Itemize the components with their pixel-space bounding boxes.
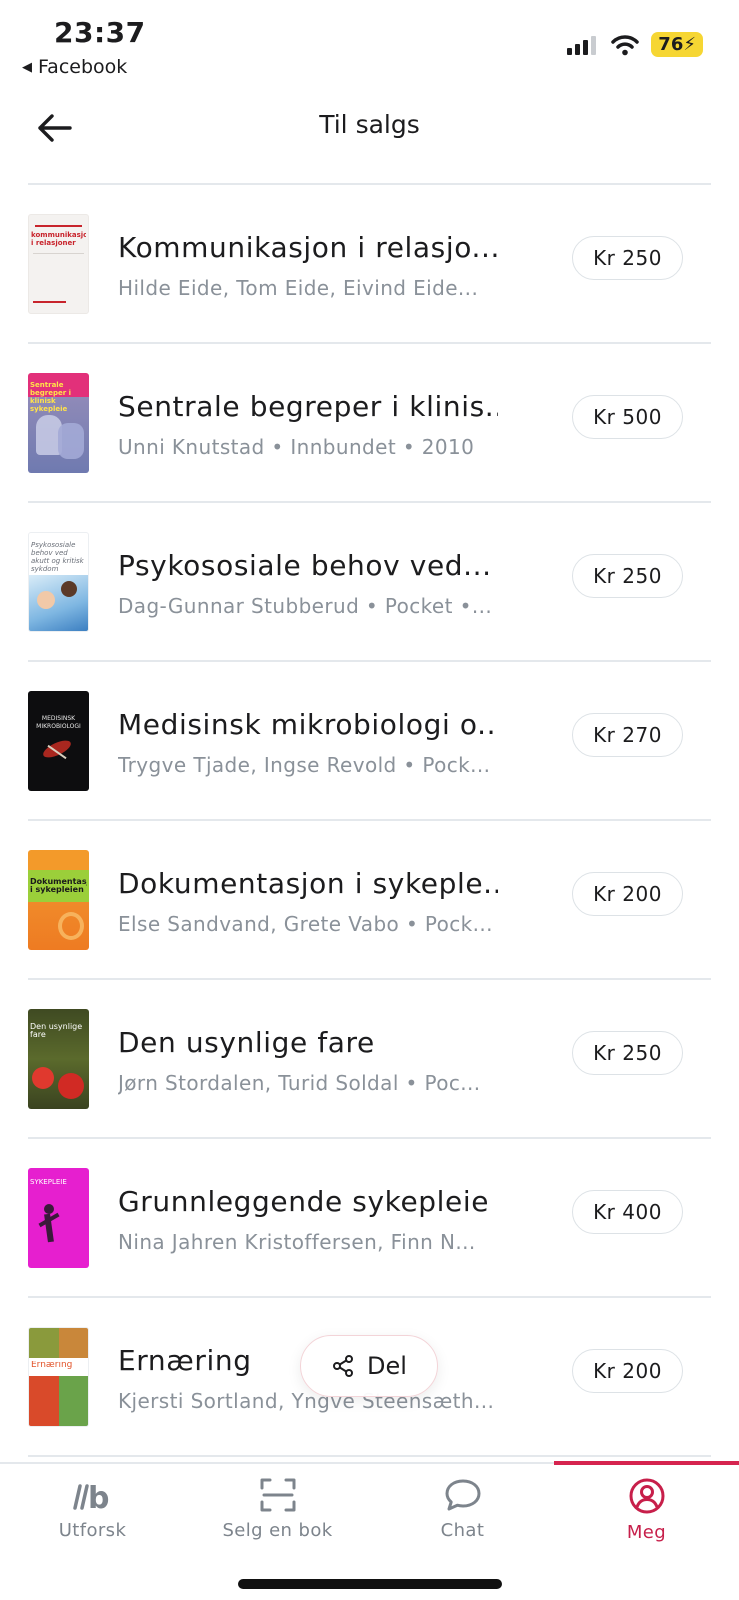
book-title: Medisinsk mikrobiologi o... — [118, 708, 498, 741]
book-subtitle: Hilde Eide, Tom Eide, Eivind Eide... — [118, 276, 479, 300]
list-item[interactable]: SYKEPLEIE Grunnleggende sykepleie 2 Nina… — [28, 1139, 711, 1298]
book-title: Psykososiale behov ved... — [118, 549, 492, 582]
tab-label: Chat — [440, 1520, 485, 1541]
cellular-signal-icon — [567, 35, 597, 55]
book-cover: Den usynlige fare — [28, 1009, 89, 1109]
list-item[interactable]: kommunikasjon i relasjoner Kommunikasjon… — [28, 185, 711, 344]
book-title: Grunnleggende sykepleie 2 — [118, 1185, 498, 1218]
cover-text: Sentrale begreper i klinisk sykepleie — [30, 381, 72, 413]
page-title: Til salgs — [319, 110, 420, 139]
book-cover: Ernæring — [28, 1327, 89, 1427]
back-to-app-link[interactable]: ◀ Facebook — [22, 56, 127, 78]
wifi-icon — [611, 34, 640, 55]
cover-text: MEDISINSK MIKROBIOLOGI — [36, 715, 81, 730]
price-badge: Kr 200 — [572, 1349, 683, 1393]
book-subtitle: Kjersti Sortland, Yngve Steensæth... — [118, 1389, 495, 1413]
battery-level: 76 — [658, 34, 684, 55]
book-cover: kommunikasjon i relasjoner — [28, 214, 89, 314]
book-list: kommunikasjon i relasjoner Kommunikasjon… — [28, 185, 711, 1457]
chat-bubble-icon — [445, 1479, 480, 1511]
back-triangle-icon: ◀ — [22, 59, 32, 75]
book-cover: Psykososiale behov ved akutt og kritisk … — [28, 532, 89, 632]
tab-chat[interactable]: Chat — [370, 1464, 555, 1564]
cover-text: Dokumentasjon i sykepleien — [30, 878, 87, 894]
cover-text: Den usynlige fare — [30, 1023, 83, 1039]
tab-selg-en-bok[interactable]: Selg en bok — [185, 1464, 370, 1564]
status-time: 23:37 — [54, 16, 146, 49]
list-item[interactable]: Dokumentasjon i sykepleien Dokumentasjon… — [28, 821, 711, 980]
price-badge: Kr 400 — [572, 1190, 683, 1234]
book-cover: SYKEPLEIE — [28, 1168, 89, 1268]
tab-label: Selg en bok — [222, 1520, 333, 1541]
tab-utforsk[interactable]: b Utforsk — [0, 1464, 185, 1564]
battery-indicator: 76⚡ — [651, 32, 703, 57]
user-circle-icon — [629, 1478, 664, 1514]
book-subtitle: Trygve Tjade, Ingse Revold • Pock... — [118, 753, 491, 777]
tab-meg[interactable]: Meg — [554, 1464, 739, 1564]
share-button[interactable]: Del — [300, 1335, 438, 1397]
tab-label: Utforsk — [58, 1520, 127, 1541]
book-subtitle: Jørn Stordalen, Turid Soldal • Poc... — [118, 1071, 481, 1095]
price-badge: Kr 250 — [572, 554, 683, 598]
book-cover: MEDISINSK MIKROBIOLOGI — [28, 691, 89, 791]
price-badge: Kr 270 — [572, 713, 683, 757]
cover-text: SYKEPLEIE — [30, 1178, 67, 1186]
price-badge: Kr 200 — [572, 872, 683, 916]
book-title: Sentrale begreper i klinis... — [118, 390, 498, 423]
list-item[interactable]: MEDISINSK MIKROBIOLOGI Medisinsk mikrobi… — [28, 662, 711, 821]
book-cover: Sentrale begreper i klinisk sykepleie — [28, 373, 89, 473]
price-badge: Kr 250 — [572, 236, 683, 280]
status-bar: 23:37 ◀ Facebook 76⚡ — [0, 0, 739, 88]
book-cover: Dokumentasjon i sykepleien — [28, 850, 89, 950]
share-icon — [333, 1355, 354, 1377]
list-item[interactable]: Psykososiale behov ved akutt og kritisk … — [28, 503, 711, 662]
book-title: Dokumentasjon i sykeple... — [118, 867, 498, 900]
list-item[interactable]: Den usynlige fare Den usynlige fare Jørn… — [28, 980, 711, 1139]
price-badge: Kr 500 — [572, 395, 683, 439]
cover-text: kommunikasjon i relasjoner — [31, 231, 86, 247]
status-icons: 76⚡ — [567, 32, 703, 57]
tab-label: Meg — [626, 1522, 667, 1543]
list-item[interactable]: Sentrale begreper i klinisk sykepleie Se… — [28, 344, 711, 503]
book-subtitle: Unni Knutstad • Innbundet • 2010 — [118, 435, 475, 459]
book-subtitle: Else Sandvand, Grete Vabo • Pock... — [118, 912, 493, 936]
book-subtitle: Nina Jahren Kristoffersen, Finn N... — [118, 1230, 476, 1254]
cover-text: Psykososiale behov ved akutt og kritisk … — [31, 541, 84, 573]
price-badge: Kr 250 — [572, 1031, 683, 1075]
book-title: Kommunikasjon i relasjo... — [118, 231, 498, 264]
cover-text: Ernæring — [31, 1361, 73, 1369]
scan-icon — [260, 1478, 295, 1512]
book-title: Den usynlige fare — [118, 1026, 375, 1059]
back-app-label: Facebook — [38, 56, 128, 78]
share-label: Del — [367, 1352, 407, 1380]
svg-text:b: b — [88, 1481, 109, 1512]
home-indicator — [238, 1579, 502, 1589]
brand-logo-icon: b — [72, 1481, 109, 1512]
page-header: Til salgs — [0, 92, 739, 182]
book-subtitle: Dag-Gunnar Stubberud • Pocket •... — [118, 594, 493, 618]
